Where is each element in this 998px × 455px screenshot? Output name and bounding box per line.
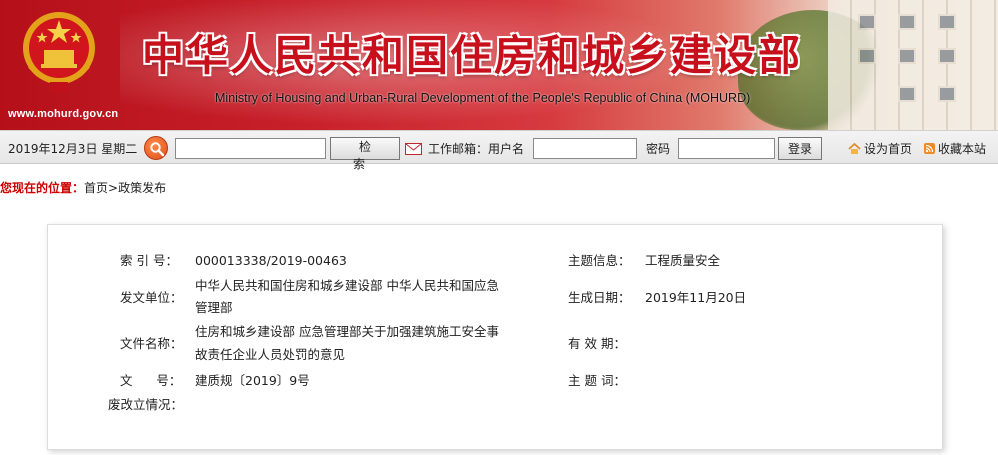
site-title-cn: 中华人民共和国住房和城乡建设部 (142, 31, 803, 80)
rss-bookmark-icon (924, 143, 935, 154)
search-button[interactable]: 检 索 (330, 137, 400, 171)
file-name-label: 文件名称： (120, 336, 183, 351)
document-number-label: 文 号： (120, 373, 182, 388)
top-toolbar: 2019年12月3日 星期二 检 索 工作邮箱：用户名 密码 登录 设为首页 收… (0, 130, 998, 171)
site-url: www.mohurd.gov.cn (8, 108, 119, 120)
revision-status-label: 废改立情况： (108, 397, 184, 412)
current-date: 2019年12月3日 星期二 (8, 142, 138, 156)
index-number-label: 索 引 号： (120, 253, 178, 268)
home-icon (848, 142, 861, 154)
topic-label: 主题信息： (568, 253, 631, 268)
breadcrumb-home-link[interactable]: 首页 (84, 181, 108, 195)
site-title-en: Ministry of Housing and Urban-Rural Deve… (215, 91, 751, 105)
file-name-line1: 住房和城乡建设部 应急管理部关于加强建筑施工安全事 (195, 324, 499, 339)
generated-date-value: 2019年11月20日 (645, 290, 747, 305)
breadcrumb-current[interactable]: 政策发布 (118, 181, 166, 195)
topic-value: 工程质量安全 (645, 253, 721, 268)
password-label: 密码 (646, 142, 671, 156)
document-info-panel: 索 引 号： 000013338/2019-00463 主题信息： 工程质量安全… (47, 224, 943, 450)
add-favorite-label: 收藏本站 (938, 142, 987, 156)
search-input[interactable] (175, 138, 326, 159)
index-number-value: 000013338/2019-00463 (195, 253, 347, 268)
validity-label: 有 效 期： (568, 336, 626, 351)
location-label: 您现在的位置： (0, 181, 85, 195)
add-favorite-link[interactable]: 收藏本站 (924, 140, 986, 157)
search-icon[interactable] (144, 136, 168, 160)
document-number-value: 建质规〔2019〕9号 (195, 373, 310, 388)
keywords-label: 主 题 词： (568, 373, 626, 388)
breadcrumb: 您现在的位置：首页>政策发布 (0, 179, 166, 196)
mail-icon (405, 143, 422, 158)
issuer-label: 发文单位： (120, 290, 183, 305)
breadcrumb-separator: > (108, 181, 119, 195)
banner-building-decoration (828, 0, 998, 130)
file-name-line2: 故责任企业人员处罚的意见 (195, 347, 346, 362)
set-homepage-label: 设为首页 (864, 142, 913, 156)
site-banner: www.mohurd.gov.cn 中华人民共和国住房和城乡建设部 Minist… (0, 0, 998, 130)
issuer-value-line2: 管理部 (195, 300, 233, 315)
username-field[interactable] (533, 138, 637, 159)
set-homepage-link[interactable]: 设为首页 (848, 140, 912, 157)
generated-date-label: 生成日期： (568, 290, 631, 305)
issuer-value-line1: 中华人民共和国住房和城乡建设部 中华人民共和国应急 (195, 278, 499, 293)
national-emblem-logo[interactable] (20, 6, 98, 102)
login-button[interactable]: 登录 (778, 137, 822, 160)
password-field[interactable] (678, 138, 775, 159)
work-mail-username-label: 工作邮箱：用户名 (428, 142, 525, 156)
